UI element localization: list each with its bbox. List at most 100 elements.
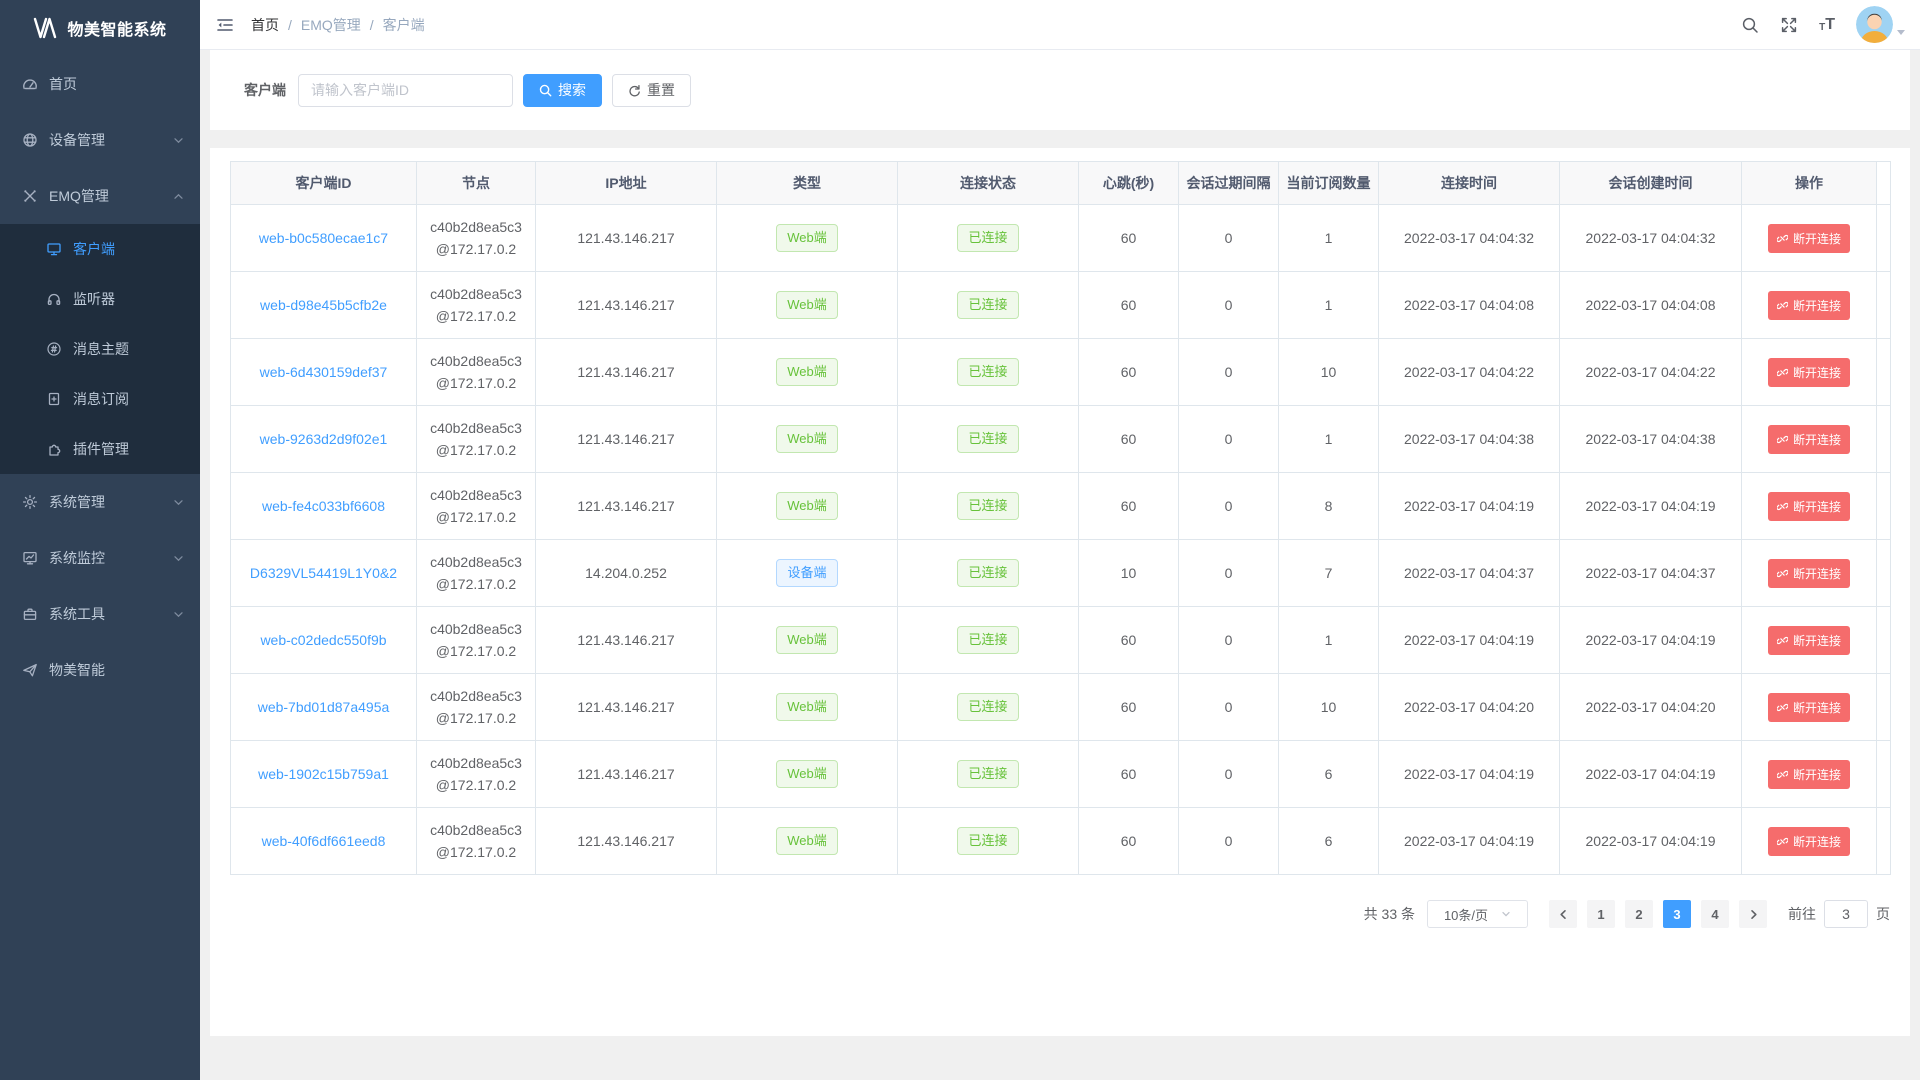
breadcrumb-home[interactable]: 首页 <box>251 15 279 35</box>
heartbeat-cell: 60 <box>1079 741 1179 808</box>
scrollbar-gutter <box>1877 808 1891 875</box>
client-id-link[interactable]: web-7bd01d87a495a <box>258 699 390 715</box>
sidebar-item-emq[interactable]: EMQ管理 <box>0 168 200 224</box>
sidebar-toggle-icon[interactable] <box>216 16 234 34</box>
table-row: web-9263d2d9f02e1 c40b2d8ea5c3 @172.17.0… <box>231 406 1891 473</box>
chevron-down-icon <box>173 553 184 564</box>
sidebar-item-plugins[interactable]: 插件管理 <box>0 424 200 474</box>
ip-cell: 121.43.146.217 <box>536 741 717 808</box>
client-id-link[interactable]: web-d98e45b5cfb2e <box>260 297 387 313</box>
session-time-cell: 2022-03-17 04:04:37 <box>1560 540 1742 607</box>
page-button-1[interactable]: 1 <box>1587 900 1615 928</box>
session-time-cell: 2022-03-17 04:04:19 <box>1560 808 1742 875</box>
node-name: c40b2d8ea5c3 <box>423 551 529 573</box>
caret-down-icon[interactable] <box>1897 30 1905 35</box>
devices-icon <box>21 132 38 149</box>
node-name: c40b2d8ea5c3 <box>423 618 529 640</box>
client-id-link[interactable]: web-b0c580ecae1c7 <box>259 230 388 246</box>
node-name: c40b2d8ea5c3 <box>423 685 529 707</box>
sidebar-item-clients[interactable]: 客户端 <box>0 224 200 274</box>
disconnect-button[interactable]: 断开连接 <box>1768 224 1850 253</box>
disconnect-button[interactable]: 断开连接 <box>1768 827 1850 856</box>
sidebar-item-subscriptions[interactable]: 消息订阅 <box>0 374 200 424</box>
sidebar-item-devices[interactable]: 设备管理 <box>0 112 200 168</box>
type-tag: Web端 <box>776 693 838 721</box>
search-icon[interactable] <box>1741 16 1759 34</box>
disconnect-button-label: 断开连接 <box>1793 498 1841 515</box>
table-row: web-7bd01d87a495a c40b2d8ea5c3 @172.17.0… <box>231 674 1891 741</box>
monitor-chart-icon <box>21 550 38 567</box>
sidebar-item-system-monitor[interactable]: 系统监控 <box>0 530 200 586</box>
status-tag: 已连接 <box>957 425 1018 453</box>
client-id-link[interactable]: web-fe4c033bf6608 <box>262 498 385 514</box>
col-header-client-id: 客户端ID <box>231 162 417 205</box>
search-button[interactable]: 搜索 <box>523 74 602 107</box>
page-button-2[interactable]: 2 <box>1625 900 1653 928</box>
heartbeat-cell: 60 <box>1079 339 1179 406</box>
disconnect-button[interactable]: 断开连接 <box>1768 425 1850 454</box>
table-row: D6329VL54419L1Y0&2 c40b2d8ea5c3 @172.17.… <box>231 540 1891 607</box>
heartbeat-cell: 60 <box>1079 473 1179 540</box>
reset-button[interactable]: 重置 <box>612 74 691 107</box>
client-id-link[interactable]: web-9263d2d9f02e1 <box>260 431 388 447</box>
ip-cell: 121.43.146.217 <box>536 473 717 540</box>
col-header-session-time: 会话创建时间 <box>1560 162 1742 205</box>
disconnect-button[interactable]: 断开连接 <box>1768 492 1850 521</box>
breadcrumb-separator: / <box>370 17 374 33</box>
expiry-cell: 0 <box>1179 741 1279 808</box>
disconnect-button-label: 断开连接 <box>1793 833 1841 850</box>
search-button-label: 搜索 <box>558 80 586 100</box>
page-button-3[interactable]: 3 <box>1663 900 1691 928</box>
client-id-input[interactable] <box>298 74 513 107</box>
subscriptions-cell: 7 <box>1279 540 1379 607</box>
disconnect-button[interactable]: 断开连接 <box>1768 559 1850 588</box>
prev-page-button[interactable] <box>1549 900 1577 928</box>
subscriptions-cell: 6 <box>1279 808 1379 875</box>
page-size-select[interactable]: 10条/页 <box>1427 900 1528 928</box>
avatar <box>1856 6 1893 43</box>
sidebar-item-system-tools[interactable]: 系统工具 <box>0 586 200 642</box>
app-logo[interactable]: 物美智能系统 <box>0 0 200 56</box>
connect-time-cell: 2022-03-17 04:04:38 <box>1379 406 1560 473</box>
unlink-icon <box>1777 635 1788 646</box>
font-big-glyph: T <box>1825 17 1835 33</box>
type-tag: Web端 <box>776 291 838 319</box>
unlink-icon <box>1777 434 1788 445</box>
jump-prefix-label: 前往 <box>1788 904 1816 924</box>
client-id-link[interactable]: web-6d430159def37 <box>260 364 388 380</box>
fullscreen-icon[interactable] <box>1780 16 1798 34</box>
client-id-link[interactable]: web-40f6df661eed8 <box>262 833 386 849</box>
unlink-icon <box>1777 233 1788 244</box>
pager: 1234 <box>1544 900 1772 928</box>
jump-page-input[interactable] <box>1824 900 1868 928</box>
ip-cell: 121.43.146.217 <box>536 339 717 406</box>
disconnect-button[interactable]: 断开连接 <box>1768 693 1850 722</box>
sidebar-item-wumei[interactable]: 物美智能 <box>0 642 200 698</box>
sidebar-item-listeners[interactable]: 监听器 <box>0 274 200 324</box>
disconnect-button[interactable]: 断开连接 <box>1768 626 1850 655</box>
sidebar-item-label: 系统监控 <box>49 548 173 568</box>
next-page-button[interactable] <box>1739 900 1767 928</box>
user-menu[interactable] <box>1856 6 1905 43</box>
client-id-link[interactable]: web-1902c15b759a1 <box>258 766 389 782</box>
node-ip: @172.17.0.2 <box>423 372 529 394</box>
type-tag: Web端 <box>776 224 838 252</box>
font-size-icon[interactable]: TT <box>1819 17 1835 33</box>
subscriptions-cell: 8 <box>1279 473 1379 540</box>
connect-time-cell: 2022-03-17 04:04:32 <box>1379 205 1560 272</box>
sidebar-item-topics[interactable]: 消息主题 <box>0 324 200 374</box>
client-id-link[interactable]: web-c02dedc550f9b <box>260 632 386 648</box>
sidebar-item-system-admin[interactable]: 系统管理 <box>0 474 200 530</box>
client-id-link[interactable]: D6329VL54419L1Y0&2 <box>250 565 397 581</box>
connect-time-cell: 2022-03-17 04:04:08 <box>1379 272 1560 339</box>
heartbeat-cell: 60 <box>1079 607 1179 674</box>
disconnect-button[interactable]: 断开连接 <box>1768 291 1850 320</box>
disconnect-button[interactable]: 断开连接 <box>1768 760 1850 789</box>
subscriptions-cell: 1 <box>1279 406 1379 473</box>
total-count: 共 33 条 <box>1364 904 1415 924</box>
disconnect-button[interactable]: 断开连接 <box>1768 358 1850 387</box>
sidebar-item-home[interactable]: 首页 <box>0 56 200 112</box>
pagination: 共 33 条 10条/页 1234 <box>230 900 1890 928</box>
page-button-4[interactable]: 4 <box>1701 900 1729 928</box>
connect-time-cell: 2022-03-17 04:04:20 <box>1379 674 1560 741</box>
